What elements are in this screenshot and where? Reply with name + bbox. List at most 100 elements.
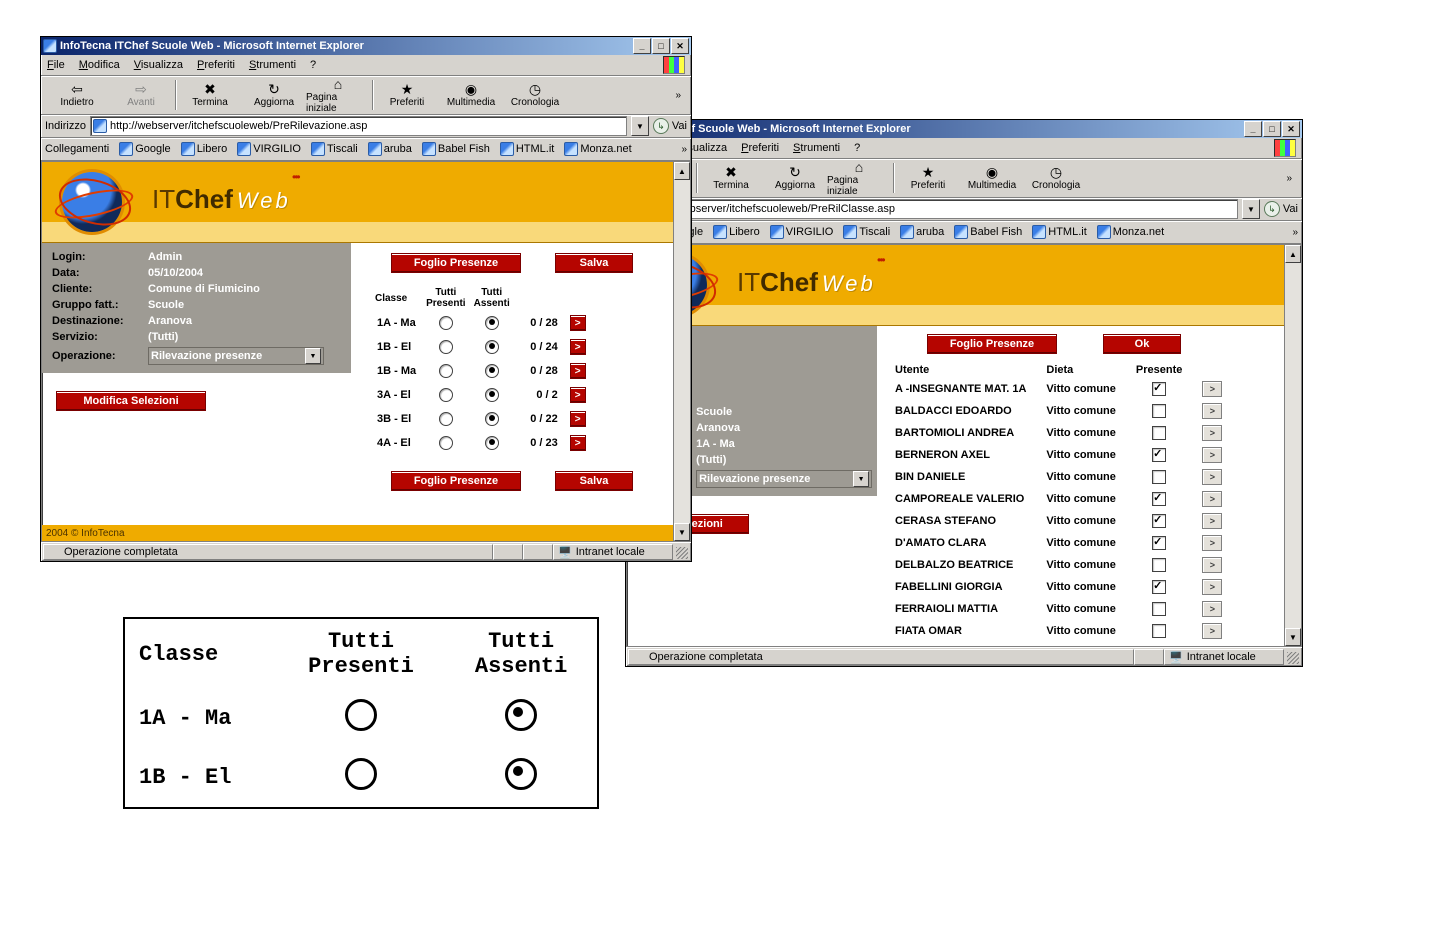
expand-row-button[interactable]: > xyxy=(1202,557,1222,573)
foglio-presenze-button[interactable]: Foglio Presenze xyxy=(927,334,1057,354)
link-tiscali[interactable]: Tiscali xyxy=(843,225,890,239)
scroll-down-button[interactable]: ▼ xyxy=(1285,628,1301,646)
toolbar-overflow[interactable]: » xyxy=(1286,173,1298,184)
checkbox-presente[interactable] xyxy=(1152,448,1166,462)
toolbar-preferiti[interactable]: ★Preferiti xyxy=(896,165,960,191)
toolbar-termina[interactable]: ✖Termina xyxy=(699,165,763,191)
maximize-button[interactable]: □ xyxy=(1263,121,1281,137)
open-class-button[interactable]: > xyxy=(570,387,586,403)
expand-row-button[interactable]: > xyxy=(1202,601,1222,617)
expand-row-button[interactable]: > xyxy=(1202,579,1222,595)
close-button[interactable]: ✕ xyxy=(671,38,689,54)
link-virgilio[interactable]: VIRGILIO xyxy=(237,142,301,156)
ok-button[interactable]: Ok xyxy=(1103,334,1181,354)
address-input[interactable]: http://webserver/itchefscuoleweb/PreRile… xyxy=(90,116,627,136)
toolbar-preferiti[interactable]: ★Preferiti xyxy=(375,82,439,108)
link-html.it[interactable]: HTML.it xyxy=(1032,225,1087,239)
toolbar-cronologia[interactable]: ◷Cronologia xyxy=(503,82,567,108)
scroll-track[interactable] xyxy=(1285,263,1301,628)
open-class-button[interactable]: > xyxy=(570,411,586,427)
checkbox-presente[interactable] xyxy=(1152,382,1166,396)
zoom-radio-presenti[interactable] xyxy=(345,699,377,731)
go-button[interactable]: ↳ Vai xyxy=(653,118,687,134)
toolbar-aggiorna[interactable]: ↻Aggiorna xyxy=(242,82,306,108)
expand-row-button[interactable]: > xyxy=(1202,403,1222,419)
toolbar-cronologia[interactable]: ◷Cronologia xyxy=(1024,165,1088,191)
resize-grip[interactable] xyxy=(1284,649,1300,665)
menu-item[interactable]: Preferiti xyxy=(197,59,235,71)
open-class-button[interactable]: > xyxy=(570,339,586,355)
scroll-up-button[interactable]: ▲ xyxy=(674,162,690,180)
foglio-presenze-button-bottom[interactable]: Foglio Presenze xyxy=(391,471,521,491)
expand-row-button[interactable]: > xyxy=(1202,381,1222,397)
titlebar[interactable]: na ITChef Scuole Web - Microsoft Interne… xyxy=(626,120,1302,138)
menu-item[interactable]: Strumenti xyxy=(249,59,296,71)
link-aruba[interactable]: aruba xyxy=(900,225,944,239)
link-tiscali[interactable]: Tiscali xyxy=(311,142,358,156)
link-monza.net[interactable]: Monza.net xyxy=(1097,225,1164,239)
titlebar[interactable]: InfoTecna ITChef Scuole Web - Microsoft … xyxy=(41,37,691,55)
radio-tutti-assenti[interactable] xyxy=(485,436,499,450)
address-dropdown[interactable]: ▼ xyxy=(1242,199,1260,219)
menu-item[interactable]: Strumenti xyxy=(793,142,840,154)
toolbar-overflow[interactable]: » xyxy=(675,90,687,101)
checkbox-presente[interactable] xyxy=(1152,602,1166,616)
scroll-up-button[interactable]: ▲ xyxy=(1285,245,1301,263)
links-overflow[interactable]: » xyxy=(1292,227,1298,238)
checkbox-presente[interactable] xyxy=(1152,426,1166,440)
close-button[interactable]: ✕ xyxy=(1282,121,1300,137)
zoom-radio-assenti[interactable] xyxy=(505,699,537,731)
link-babel fish[interactable]: Babel Fish xyxy=(954,225,1022,239)
toolbar-termina[interactable]: ✖Termina xyxy=(178,82,242,108)
open-class-button[interactable]: > xyxy=(570,435,586,451)
toolbar-indietro[interactable]: ⇦Indietro xyxy=(45,82,109,108)
menu-item[interactable]: File xyxy=(47,59,65,71)
checkbox-presente[interactable] xyxy=(1152,624,1166,638)
address-input[interactable]: http://webserver/itchefscuoleweb/PreRilC… xyxy=(628,199,1238,219)
radio-tutti-presenti[interactable] xyxy=(439,388,453,402)
operation-select[interactable]: Rilevazione presenze ▼ xyxy=(696,470,872,488)
operation-select[interactable]: Rilevazione presenze ▼ xyxy=(148,347,324,365)
minimize-button[interactable]: _ xyxy=(1244,121,1262,137)
menu-item[interactable]: Visualizza xyxy=(134,59,183,71)
zoom-radio-presenti[interactable] xyxy=(345,758,377,790)
vertical-scrollbar[interactable]: ▲ ▼ xyxy=(1284,245,1301,646)
menu-item[interactable]: ? xyxy=(310,59,316,71)
go-button[interactable]: ↳ Vai xyxy=(1264,201,1298,217)
toolbar-aggiorna[interactable]: ↻Aggiorna xyxy=(763,165,827,191)
save-button-bottom[interactable]: Salva xyxy=(555,471,633,491)
link-google[interactable]: Google xyxy=(119,142,170,156)
expand-row-button[interactable]: > xyxy=(1202,513,1222,529)
open-class-button[interactable]: > xyxy=(570,315,586,331)
scroll-down-button[interactable]: ▼ xyxy=(674,523,690,541)
links-overflow[interactable]: » xyxy=(681,144,687,155)
radio-tutti-presenti[interactable] xyxy=(439,412,453,426)
checkbox-presente[interactable] xyxy=(1152,470,1166,484)
expand-row-button[interactable]: > xyxy=(1202,469,1222,485)
foglio-presenze-button-top[interactable]: Foglio Presenze xyxy=(391,253,521,273)
toolbar-pagina-iniziale[interactable]: ⌂Pagina iniziale xyxy=(827,160,891,197)
checkbox-presente[interactable] xyxy=(1152,404,1166,418)
radio-tutti-presenti[interactable] xyxy=(439,316,453,330)
checkbox-presente[interactable] xyxy=(1152,536,1166,550)
radio-tutti-presenti[interactable] xyxy=(439,340,453,354)
resize-grip[interactable] xyxy=(673,544,689,560)
link-libero[interactable]: Libero xyxy=(713,225,760,239)
radio-tutti-assenti[interactable] xyxy=(485,340,499,354)
address-dropdown[interactable]: ▼ xyxy=(631,116,649,136)
expand-row-button[interactable]: > xyxy=(1202,623,1222,639)
save-button-top[interactable]: Salva xyxy=(555,253,633,273)
checkbox-presente[interactable] xyxy=(1152,514,1166,528)
toolbar-multimedia[interactable]: ◉Multimedia xyxy=(439,82,503,108)
link-virgilio[interactable]: VIRGILIO xyxy=(770,225,834,239)
expand-row-button[interactable]: > xyxy=(1202,535,1222,551)
menu-item[interactable]: ? xyxy=(854,142,860,154)
radio-tutti-presenti[interactable] xyxy=(439,436,453,450)
radio-tutti-assenti[interactable] xyxy=(485,316,499,330)
menu-item[interactable]: Preferiti xyxy=(741,142,779,154)
expand-row-button[interactable]: > xyxy=(1202,491,1222,507)
modify-selections-button[interactable]: Modifica Selezioni xyxy=(56,391,206,411)
toolbar-multimedia[interactable]: ◉Multimedia xyxy=(960,165,1024,191)
link-html.it[interactable]: HTML.it xyxy=(500,142,555,156)
maximize-button[interactable]: □ xyxy=(652,38,670,54)
